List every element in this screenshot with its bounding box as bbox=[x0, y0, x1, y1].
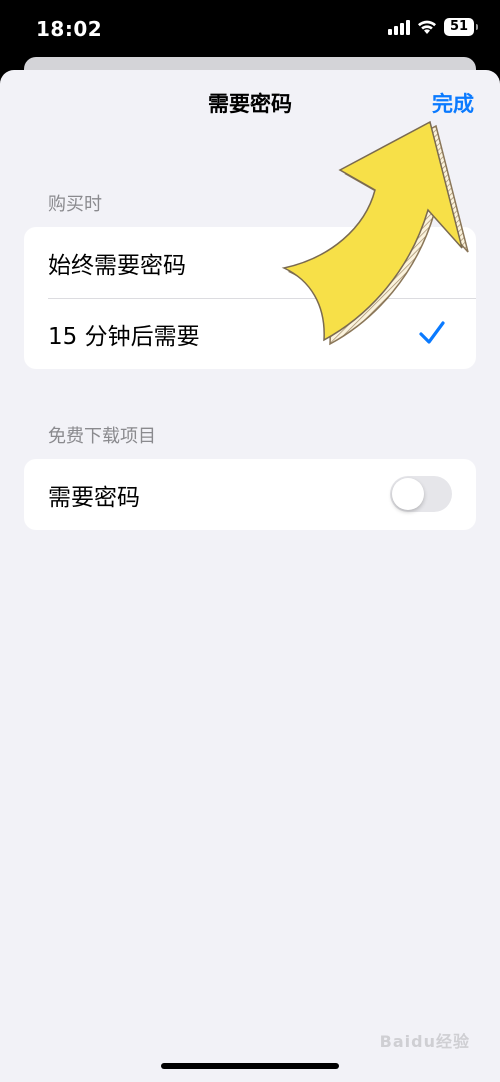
option-always-require[interactable]: 始终需要密码 bbox=[24, 227, 476, 298]
toggle-knob bbox=[392, 478, 424, 510]
section-header-purchase: 购买时 bbox=[48, 194, 102, 215]
option-label: 始终需要密码 bbox=[48, 252, 186, 279]
option-require-after-15-min[interactable]: 15 分钟后需要 bbox=[24, 298, 476, 369]
wifi-icon bbox=[418, 20, 436, 34]
done-button[interactable]: 完成 bbox=[432, 88, 474, 118]
status-time: 18:02 bbox=[36, 17, 103, 41]
settings-sheet bbox=[0, 70, 500, 1082]
checkmark-icon bbox=[419, 321, 445, 344]
watermark: Baidu经验 bbox=[379, 1032, 470, 1051]
status-icons: 51 bbox=[388, 18, 478, 36]
section-header-free-downloads: 免费下载项目 bbox=[48, 426, 156, 447]
battery-level: 51 bbox=[449, 19, 469, 34]
cellular-signal-icon bbox=[388, 19, 410, 35]
option-label: 15 分钟后需要 bbox=[48, 323, 200, 350]
free-downloads-group: 需要密码 bbox=[24, 459, 476, 530]
require-password-label: 需要密码 bbox=[48, 484, 140, 511]
require-password-row: 需要密码 bbox=[24, 459, 476, 530]
home-indicator[interactable] bbox=[161, 1063, 339, 1069]
page-title: 需要密码 bbox=[208, 92, 292, 116]
status-bar: 18:02 51 bbox=[0, 0, 500, 62]
require-password-toggle[interactable] bbox=[390, 476, 452, 512]
purchase-options-group: 始终需要密码 15 分钟后需要 bbox=[24, 227, 476, 369]
battery-icon: 51 bbox=[444, 18, 478, 36]
